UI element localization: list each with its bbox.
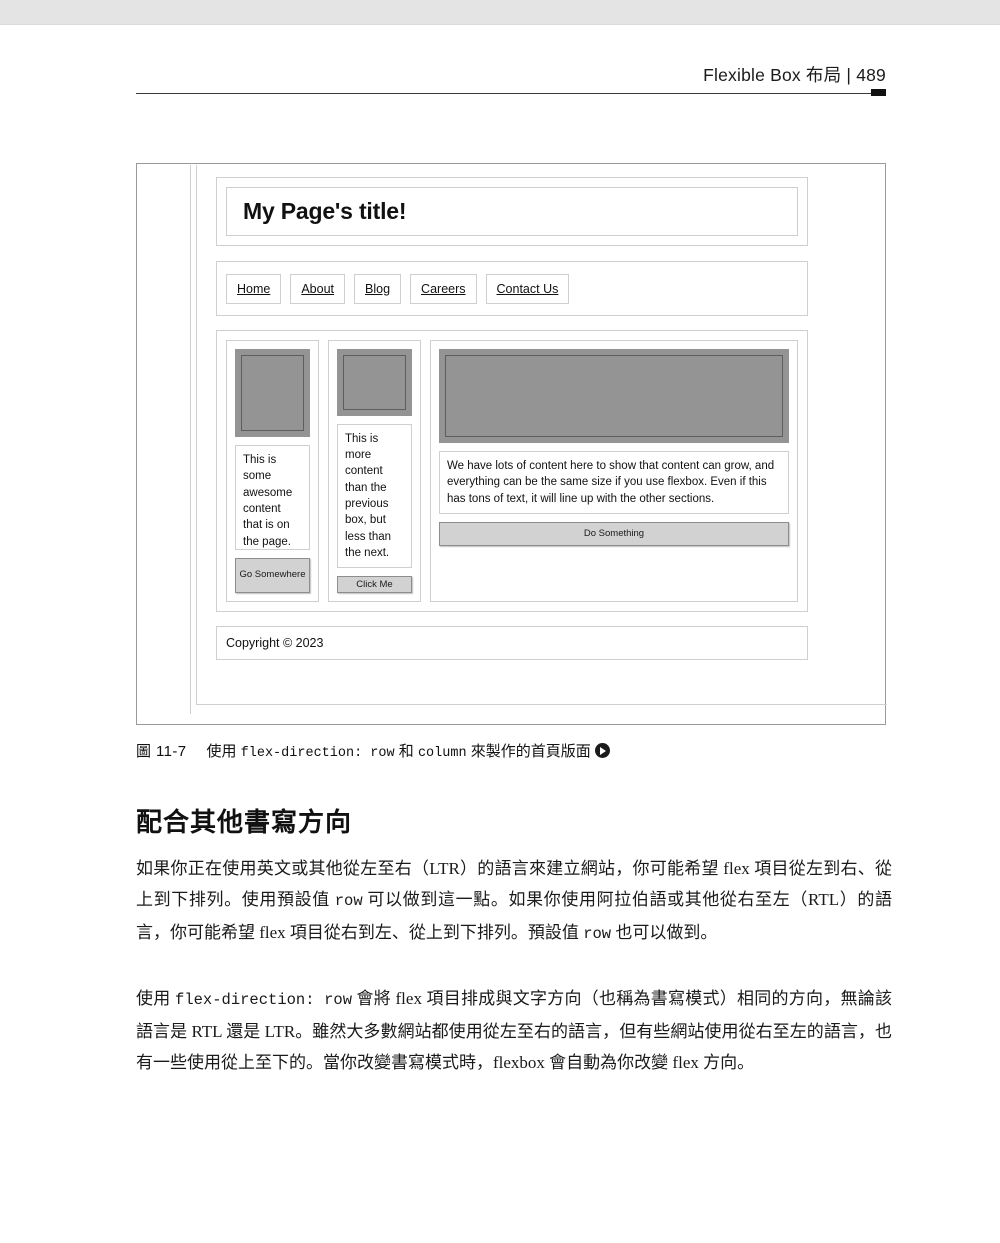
nav-item-careers[interactable]: Careers <box>410 273 477 304</box>
copyright-text: Copyright © 2023 <box>226 636 324 650</box>
caption-text-3: 來製作的首頁版面 <box>466 743 591 760</box>
content-column-3: We have lots of content here to show tha… <box>430 340 798 602</box>
nav-item-about[interactable]: About <box>290 273 346 304</box>
paragraph-1-part-3: 也可以做到。 <box>611 923 718 942</box>
nav-link-label[interactable]: Home <box>237 282 270 296</box>
nav-link-label[interactable]: Careers <box>421 282 465 296</box>
paragraph-2-code-1: flex-direction: row <box>175 991 352 1009</box>
caption-text-2: 和 <box>394 743 418 760</box>
nav-item-blog[interactable]: Blog <box>354 273 402 304</box>
mockup-page: My Page's title! Home About Blog Careers… <box>216 177 808 691</box>
column-text: This is more content than the previous b… <box>337 423 412 569</box>
image-placeholder-icon <box>439 349 789 443</box>
go-somewhere-button[interactable]: Go Somewhere <box>235 557 310 593</box>
nav-item-home[interactable]: Home <box>226 273 282 304</box>
caption-code-1: flex-direction: row <box>240 746 395 761</box>
image-placeholder-icon <box>337 349 412 416</box>
figure-caption: 圖 11-7 使用 flex-direction: row 和 column 來製… <box>136 740 610 761</box>
page-title: My Page's title! <box>243 198 407 224</box>
do-something-button[interactable]: Do Something <box>439 521 789 546</box>
site-title-box: My Page's title! <box>226 187 798 236</box>
mockup-header: My Page's title! <box>216 177 808 246</box>
column-text: This is some awesome content that is on … <box>235 444 310 550</box>
paragraph-1-code-2: row <box>583 925 612 943</box>
figure-number: 圖 11-7 <box>136 743 187 760</box>
nav-item-contact-us[interactable]: Contact Us <box>485 273 570 304</box>
figure-frame: My Page's title! Home About Blog Careers… <box>136 163 887 725</box>
viewer-chrome-strip <box>0 0 1000 25</box>
mockup-main: This is some awesome content that is on … <box>216 330 808 612</box>
section-heading: 配合其他書寫方向 <box>136 807 353 837</box>
image-placeholder-icon <box>235 349 310 437</box>
caption-text-1: 使用 <box>206 743 241 760</box>
page-edge-tab <box>871 89 886 96</box>
mockup-nav: Home About Blog Careers Contact Us <box>216 261 808 316</box>
nav-link-label[interactable]: Blog <box>365 282 390 296</box>
column-text: We have lots of content here to show tha… <box>439 451 789 514</box>
content-column-1: This is some awesome content that is on … <box>226 340 319 602</box>
play-circle-icon[interactable] <box>594 743 610 758</box>
paragraph-1-code-1: row <box>334 892 363 910</box>
paragraph-2-part-1: 使用 <box>136 989 176 1008</box>
content-column-2: This is more content than the previous b… <box>328 340 421 602</box>
paragraph-1: 如果你正在使用英文或其他從左至右（LTR）的語言來建立網站，你可能希望 flex… <box>136 853 892 950</box>
nav-link-label[interactable]: Contact Us <box>497 282 559 296</box>
click-me-button[interactable]: Click Me <box>337 576 412 593</box>
caption-code-2: column <box>417 746 467 761</box>
paragraph-2: 使用 flex-direction: row 會將 flex 項目排成與文字方向… <box>136 983 892 1078</box>
running-head: Flexible Box 布局 | 489 <box>703 65 886 85</box>
running-head-rule <box>136 93 886 94</box>
mockup-footer: Copyright © 2023 <box>216 626 808 660</box>
nav-link-label[interactable]: About <box>301 282 334 296</box>
